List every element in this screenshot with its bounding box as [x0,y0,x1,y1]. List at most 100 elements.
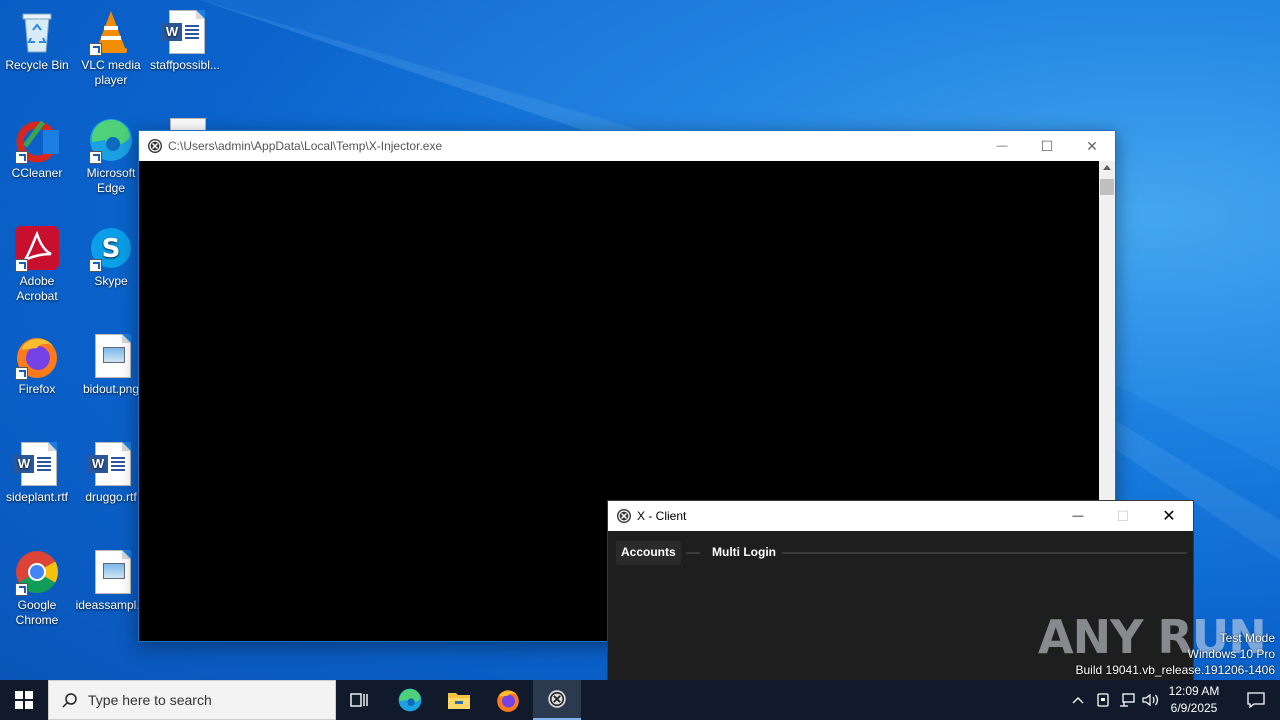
desktop-icon-label: Skype [94,274,128,288]
maximize-icon: ☐ [1040,137,1054,154]
shortcut-arrow-icon [89,151,102,164]
taskbar-search-box[interactable]: Type here to search [48,680,336,720]
vlc-icon [87,8,135,56]
word-doc-icon: W [87,440,135,488]
taskbar-file-explorer[interactable] [435,680,483,720]
desktop-icon-label: bidout.png [82,382,140,396]
word-doc-icon: W [161,8,209,56]
show-hidden-icons-button[interactable] [1066,680,1090,720]
watermark-line-1: Test Mode [1219,631,1275,645]
chevron-up-icon [1072,697,1084,704]
desktop-icon-firefox[interactable]: Firefox [0,328,74,397]
desktop-icon-ccleaner[interactable]: CCleaner [0,112,74,181]
desktop-icon-label: Recycle Bin [5,58,69,72]
image-file-icon [87,548,135,596]
minimize-button[interactable]: — [1055,501,1101,531]
tray-device-button[interactable] [1091,680,1115,720]
x-client-title: X - Client [637,509,687,523]
minimize-icon: — [996,140,1008,152]
desktop-icon-bidout[interactable]: bidout.png [74,328,148,397]
desktop-icon-label: staffpossibl... [150,58,220,72]
word-doc-icon: W [13,440,61,488]
desktop-icon-skype[interactable]: S Skype [74,220,148,289]
desktop-icon-vlc[interactable]: VLC media player [74,4,148,88]
edge-icon [87,116,135,164]
notification-icon [1247,692,1265,708]
close-icon: ✕ [1086,137,1098,154]
minimize-button[interactable]: — [979,131,1025,161]
console-title: C:\Users\admin\AppData\Local\Temp\X-Inje… [168,139,443,153]
desktop-icon-label: Microsoft Edge [86,166,136,195]
recycle-bin-icon [13,8,61,56]
taskbar-edge[interactable] [386,680,434,720]
windows-logo-icon [15,691,33,709]
volume-icon [1142,693,1159,707]
device-icon [1097,693,1109,707]
start-button[interactable] [0,680,48,720]
close-icon: ✕ [1162,508,1176,525]
task-view-button[interactable] [336,680,384,720]
shortcut-arrow-icon [15,583,28,596]
acrobat-icon [13,224,61,272]
desktop-icon-edge[interactable]: Microsoft Edge [74,112,148,196]
close-button[interactable]: ✕ [1146,501,1192,531]
desktop-icon-staffpossibl[interactable]: W staffpossibl... [148,4,222,73]
network-icon [1120,693,1135,707]
tab-divider [686,552,700,554]
clock-date: 6/9/2025 [1170,701,1218,715]
x-injector-app-icon [148,139,162,153]
tray-volume-button[interactable] [1139,680,1163,720]
close-button[interactable]: ✕ [1069,131,1115,161]
maximize-icon: ☐ [1116,507,1130,524]
action-center-button[interactable] [1232,680,1280,720]
skype-icon: S [87,224,135,272]
edge-icon [398,688,422,712]
chrome-icon [13,548,61,596]
taskbar-x-injector[interactable] [533,680,581,720]
maximize-button[interactable]: ☐ [1024,131,1070,161]
taskbar-firefox[interactable] [484,680,532,720]
taskbar: Type here to search 12:09 AM 6/9/2025 [0,680,1280,720]
scrollbar-thumb[interactable] [1100,179,1114,195]
desktop-icon-chrome[interactable]: Google Chrome [0,544,74,628]
desktop-icon-label: druggo.rtf [85,490,137,504]
desktop-icon-sideplant[interactable]: W sideplant.rtf [0,436,74,505]
desktop-icon-recycle-bin[interactable]: Recycle Bin [0,4,74,73]
tab-accounts[interactable]: Accounts [616,541,681,565]
x-client-titlebar[interactable]: X - Client — ☐ ✕ [608,501,1193,531]
x-client-app-icon [617,509,631,523]
console-titlebar[interactable]: C:\Users\admin\AppData\Local\Temp\X-Inje… [139,131,1115,161]
firefox-icon [13,332,61,380]
image-file-icon [87,332,135,380]
test-mode-watermark: Test Mode Windows 10 Pro Build 19041.vb_… [1035,630,1276,678]
tray-network-button[interactable] [1115,680,1139,720]
desktop-icon-label: Firefox [18,382,56,396]
desktop-icon-label: VLC media player [81,58,141,87]
desktop-icon-label: ideassampl... [75,598,147,612]
folder-icon [448,693,470,709]
desktop-icon-label: Adobe Acrobat [16,274,58,303]
minimize-icon: — [1072,510,1084,522]
task-view-icon [350,693,368,707]
firefox-icon [497,690,519,712]
tab-divider [782,552,1187,554]
tab-multi-login[interactable]: Multi Login [707,541,781,565]
taskbar-clock[interactable]: 12:09 AM 6/9/2025 [1164,683,1224,717]
shortcut-arrow-icon [89,259,102,272]
shortcut-arrow-icon [15,151,28,164]
ccleaner-icon [13,116,61,164]
watermark-line-3: Build 19041.vb_release.191206-1406 [1075,663,1276,677]
clock-time: 12:09 AM [1168,684,1220,698]
desktop-icon-acrobat[interactable]: Adobe Acrobat [0,220,74,304]
maximize-button: ☐ [1100,501,1146,531]
desktop-icon-label: Google Chrome [15,598,59,627]
shortcut-arrow-icon [89,43,102,56]
desktop-icon-druggo[interactable]: W druggo.rtf [74,436,148,505]
x-injector-app-icon [548,690,566,708]
desktop-icon-ideassampl[interactable]: ideassampl... [74,544,148,613]
search-icon [62,693,77,708]
scroll-up-arrow-icon[interactable] [1103,165,1111,170]
desktop-icon-label: CCleaner [11,166,63,180]
watermark-line-2: Windows 10 Pro [1187,647,1275,661]
desktop-icon-label: sideplant.rtf [5,490,69,504]
